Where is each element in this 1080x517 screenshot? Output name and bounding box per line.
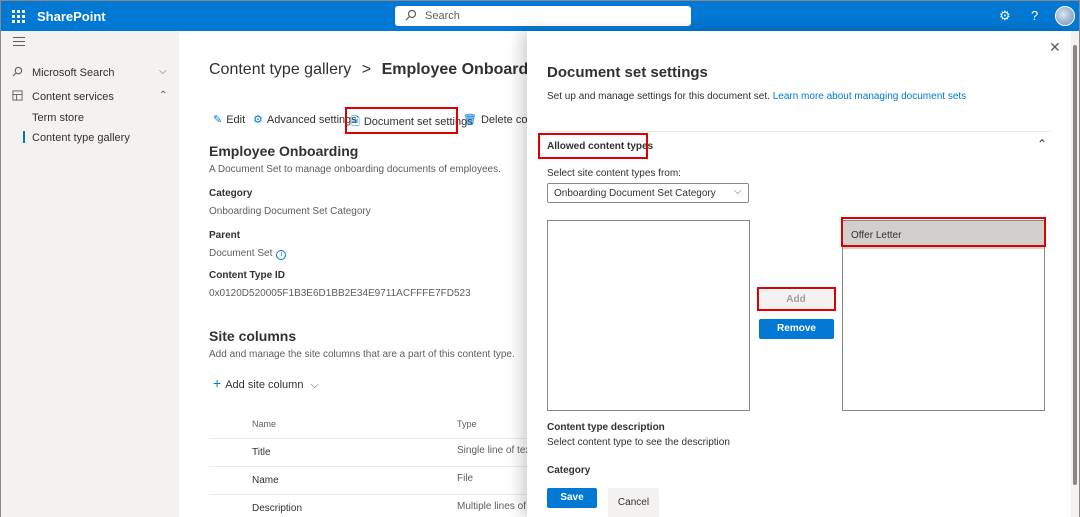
add-site-column-label: Add site column xyxy=(225,379,304,391)
nav-item-content-services[interactable]: Content services ⌃ xyxy=(1,87,179,109)
trash-icon: 🗑 xyxy=(463,114,477,126)
row-name: Description xyxy=(252,503,303,514)
category-label: Category xyxy=(209,188,253,199)
avatar[interactable] xyxy=(1055,6,1075,26)
panel-footer: Save Cancel xyxy=(527,479,1071,517)
search-icon xyxy=(12,66,23,80)
gear-icon: ⚙ xyxy=(253,114,263,126)
nav-item-term-store[interactable]: Term store xyxy=(32,112,84,124)
category-label: Category xyxy=(547,465,591,476)
parent-value-text: Document Set xyxy=(209,248,273,259)
content-type-id-label: Content Type ID xyxy=(209,270,285,281)
row-type: Single line of text xyxy=(457,445,529,456)
content-services-icon xyxy=(12,90,23,104)
site-columns-title: Site columns xyxy=(209,328,297,344)
panel-scrollbar[interactable] xyxy=(1071,31,1079,517)
info-icon[interactable]: i xyxy=(276,250,287,260)
edit-button[interactable]: ✎ Edit xyxy=(213,113,245,126)
table-row[interactable]: Name File xyxy=(209,466,529,494)
suite-header: SharePoint Search ⚙ ? xyxy=(1,1,1079,31)
site-columns-description: Add and manage the site columns that are… xyxy=(209,349,515,360)
save-button[interactable]: Save xyxy=(547,488,597,508)
column-header-name[interactable]: Name xyxy=(252,419,276,429)
breadcrumb: Content type gallery > Employee Onboardi… xyxy=(209,61,529,79)
main-content: Content type gallery > Employee Onboardi… xyxy=(179,31,529,517)
table-row[interactable]: Description Multiple lines of t xyxy=(209,494,529,517)
nav-item-content-type-gallery[interactable]: Content type gallery xyxy=(32,132,130,144)
delete-content-type-button[interactable]: 🗑Delete conte xyxy=(463,113,529,126)
category-value: Onboarding Document Set Category xyxy=(209,206,371,217)
search-icon xyxy=(405,9,417,24)
help-icon[interactable]: ? xyxy=(1031,8,1038,23)
delete-label: Delete conte xyxy=(480,114,529,126)
available-content-types-list[interactable] xyxy=(547,220,750,411)
breadcrumb-current: Employee Onboarding xyxy=(381,61,529,78)
nav-item-label: Content services xyxy=(32,91,114,103)
scrollbar-thumb[interactable] xyxy=(1073,45,1077,485)
select-site-content-types-label: Select site content types from: xyxy=(547,168,681,179)
add-site-column-button[interactable]: + Add site column ⌵ xyxy=(213,375,319,392)
search-box[interactable]: Search xyxy=(395,6,691,26)
content-type-description: A Document Set to manage onboarding docu… xyxy=(209,164,501,175)
dropdown-value: Onboarding Document Set Category xyxy=(554,188,716,199)
gear-icon[interactable]: ⚙ xyxy=(999,8,1011,24)
advanced-settings-button[interactable]: ⚙ Advanced settings xyxy=(253,113,357,126)
app-launcher-icon[interactable] xyxy=(9,7,27,25)
content-type-id-value: 0x0120D520005F1B3E6D1BB2E34E9711ACFFFE7F… xyxy=(209,288,471,299)
plus-icon: + xyxy=(213,375,222,391)
cancel-button[interactable]: Cancel xyxy=(608,488,659,517)
column-header-type[interactable]: Type xyxy=(457,419,477,429)
nav-item-microsoft-search[interactable]: Microsoft Search ⌵ xyxy=(1,63,179,85)
row-type: Multiple lines of t xyxy=(457,501,529,512)
hamburger-icon[interactable] xyxy=(13,37,25,49)
parent-value: Document Set i xyxy=(209,248,287,260)
app-brand[interactable]: SharePoint xyxy=(37,9,106,24)
nav-item-label: Microsoft Search xyxy=(32,67,115,79)
chevron-up-icon[interactable]: ⌃ xyxy=(159,90,167,101)
pencil-icon: ✎ xyxy=(213,114,223,126)
selected-indicator xyxy=(23,131,25,143)
content-type-title: Employee Onboarding xyxy=(209,143,359,159)
row-type: File xyxy=(457,473,474,484)
edit-label: Edit xyxy=(226,114,246,126)
document-set-settings-panel: ✕ Document set settings Set up and manag… xyxy=(527,31,1071,517)
divider xyxy=(547,131,1051,132)
chevron-down-icon[interactable]: ⌵ xyxy=(159,66,167,77)
panel-title: Document set settings xyxy=(547,64,708,81)
content-type-description-text: Select content type to see the descripti… xyxy=(547,437,730,448)
add-button[interactable]: Add xyxy=(759,290,833,309)
left-navigation: Microsoft Search ⌵ Content services ⌃ Te… xyxy=(1,31,179,517)
panel-description: Set up and manage settings for this docu… xyxy=(547,91,966,102)
table-row[interactable]: Title Single line of text xyxy=(209,438,529,466)
selected-content-types-list[interactable]: Offer Letter xyxy=(842,220,1045,411)
highlight-offer-letter xyxy=(841,217,1046,247)
panel-description-text: Set up and manage settings for this docu… xyxy=(547,91,770,102)
parent-label: Parent xyxy=(209,230,241,241)
highlight-document-set-settings xyxy=(345,107,458,134)
remove-button[interactable]: Remove xyxy=(759,319,834,339)
advanced-settings-label: Advanced settings xyxy=(266,114,357,126)
breadcrumb-separator: > xyxy=(361,61,372,78)
content-type-category-dropdown[interactable]: Onboarding Document Set Category ⌵ xyxy=(547,183,749,203)
chevron-down-icon: ⌵ xyxy=(734,186,742,197)
close-icon[interactable]: ✕ xyxy=(1049,39,1061,56)
row-name: Title xyxy=(252,447,271,458)
chevron-up-icon[interactable]: ⌃ xyxy=(1037,137,1047,151)
learn-more-link[interactable]: Learn more about managing document sets xyxy=(773,91,966,102)
highlight-allowed-content-types xyxy=(538,133,648,159)
breadcrumb-parent[interactable]: Content type gallery xyxy=(209,61,351,78)
search-placeholder: Search xyxy=(425,10,460,22)
chevron-down-icon: ⌵ xyxy=(310,379,319,391)
content-type-description-label: Content type description xyxy=(547,422,665,433)
row-name: Name xyxy=(252,475,279,486)
